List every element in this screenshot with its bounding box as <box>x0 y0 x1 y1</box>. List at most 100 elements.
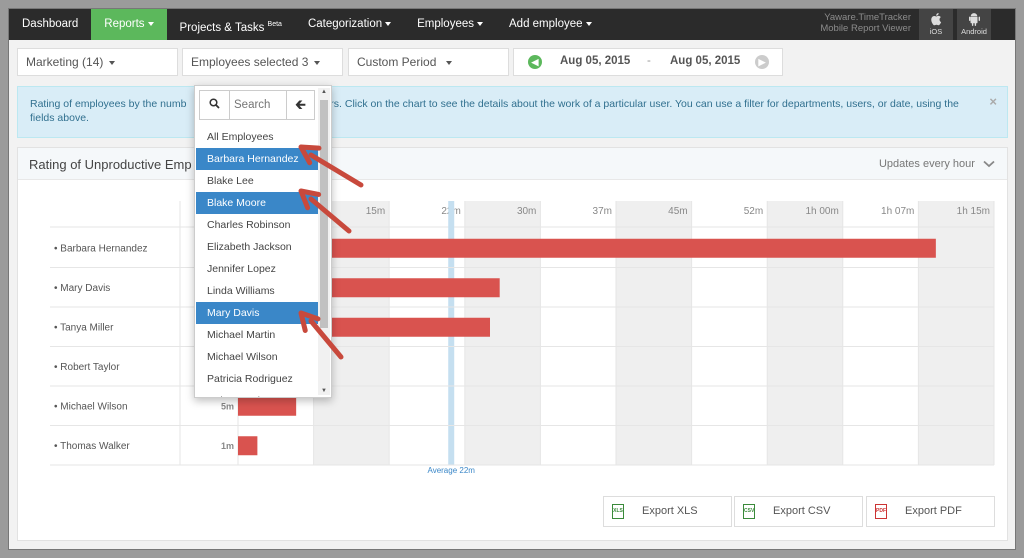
apple-icon <box>919 9 953 27</box>
nav-projects-label: Projects & Tasks <box>179 21 265 34</box>
export-xls-button[interactable]: XLS Export XLS <box>603 496 732 527</box>
nav-projects-tasks[interactable]: Projects & Tasks Beta <box>167 9 295 40</box>
nav-add-employee[interactable]: Add employee <box>496 9 605 40</box>
brand-line1: Yaware.TimeTracker <box>824 12 911 23</box>
scroll-up-icon[interactable]: ▲ <box>321 89 327 95</box>
nav-reports-label: Reports <box>104 18 145 30</box>
date-from[interactable]: Aug 05, 2015 <box>560 55 630 67</box>
export-pdf-label: Export PDF <box>905 505 962 517</box>
nav-dashboard[interactable]: Dashboard <box>9 9 91 40</box>
chart-panel-header: Rating of Unproductive Emp Updates every… <box>18 148 1007 180</box>
x-tick-label: 1h 00m <box>805 206 838 217</box>
employees-filter[interactable]: Employees selected 3 <box>182 48 343 76</box>
info-text-left: Rating of employees by the numb <box>30 98 187 110</box>
next-date-icon[interactable]: ▶ <box>755 55 769 69</box>
export-xls-label: Export XLS <box>642 505 698 517</box>
employee-option[interactable]: Mary Davis <box>196 302 318 324</box>
bar <box>238 436 258 456</box>
beta-badge: Beta <box>267 21 282 28</box>
pdf-file-icon: PDF <box>875 504 887 519</box>
category-label: • Michael Wilson <box>54 401 128 412</box>
employees-filter-label: Employees selected 3 <box>191 55 309 69</box>
chevron-down-icon <box>585 21 592 26</box>
nav-employees-label: Employees <box>417 18 474 30</box>
category-label: • Barbara Hernandez <box>54 243 148 254</box>
department-filter[interactable]: Marketing (14) <box>17 48 178 76</box>
chevron-down-icon <box>147 21 154 26</box>
nav-add-employee-label: Add employee <box>509 18 583 30</box>
brand-text: Yaware.TimeTracker Mobile Report Viewer <box>820 12 911 34</box>
employee-option[interactable]: Elizabeth Jackson <box>196 236 318 258</box>
x-tick-label: 1h 07m <box>881 206 914 217</box>
app-window: Dashboard Reports Projects & Tasks Beta … <box>8 8 1016 550</box>
android-icon <box>957 9 991 27</box>
nav-categorization[interactable]: Categorization <box>295 9 404 40</box>
updates-label: Updates every hour <box>878 158 975 170</box>
x-tick-label: 15m <box>366 206 385 217</box>
date-range-picker: ◀ Aug 05, 2015 - Aug 05, 2015 ▶ <box>513 48 783 76</box>
scrollbar-thumb[interactable] <box>320 100 328 328</box>
x-tick-label: 1h 15m <box>957 206 990 217</box>
chevron-down-icon <box>109 60 116 65</box>
search-icon[interactable] <box>200 91 230 119</box>
employee-option[interactable]: Jennifer Lopez <box>196 258 318 280</box>
bar <box>238 396 297 416</box>
value-label: 5m <box>221 401 234 411</box>
info-line2: fields above. <box>30 112 89 124</box>
x-tick-label: 52m <box>744 206 763 217</box>
info-line1: Rating of employees by the numb urs. Clic… <box>30 97 977 111</box>
employee-option[interactable]: All Employees <box>196 126 318 148</box>
period-filter-label: Custom Period <box>357 55 437 69</box>
ios-label: iOS <box>929 27 943 36</box>
dropdown-scrollbar[interactable]: ▲ ▼ <box>318 88 330 395</box>
employee-option[interactable]: Charles Robinson <box>196 214 318 236</box>
export-csv-label: Export CSV <box>773 505 831 517</box>
updates-toggle[interactable]: Updates every hour <box>879 158 995 170</box>
close-icon[interactable]: × <box>989 95 997 109</box>
employee-option[interactable]: Blake Lee <box>196 170 318 192</box>
date-to[interactable]: Aug 05, 2015 <box>670 55 740 67</box>
chevron-down-icon <box>983 160 995 168</box>
department-filter-label: Marketing (14) <box>26 55 104 69</box>
csv-file-icon: CSV <box>743 504 755 519</box>
chevron-down-icon <box>314 60 321 65</box>
employee-option[interactable]: Patricia Rodriguez <box>196 368 318 390</box>
nav-dashboard-label: Dashboard <box>22 18 79 30</box>
nav-reports[interactable]: Reports <box>91 9 167 40</box>
android-app-button[interactable]: Android <box>957 9 991 40</box>
chart-title: Rating of Unproductive Emp <box>29 157 192 172</box>
chevron-down-icon <box>477 21 483 26</box>
ios-app-button[interactable]: iOS <box>919 9 953 40</box>
nav-employees[interactable]: Employees <box>404 9 496 40</box>
android-label: Android <box>961 27 987 36</box>
employee-list: All Employees Barbara Hernandez Blake Lee B… <box>196 126 318 397</box>
employee-option[interactable]: Robert Taylor <box>196 390 318 397</box>
employee-option[interactable]: Linda Williams <box>196 280 318 302</box>
average-label: Average 22m <box>428 466 476 475</box>
unproductive-rating-chart[interactable]: 15m22m30m37m45m52m1h 00m1h 07m1h 15mAver… <box>18 181 1007 491</box>
period-filter[interactable]: Custom Period <box>348 48 509 76</box>
employee-option[interactable]: Michael Wilson <box>196 346 318 368</box>
employee-option[interactable]: Blake Moore <box>196 192 318 214</box>
export-csv-button[interactable]: CSV Export CSV <box>734 496 863 527</box>
date-separator: - <box>647 55 651 67</box>
chart-panel: Rating of Unproductive Emp Updates every… <box>17 147 1008 541</box>
value-label: 1m <box>221 441 234 451</box>
employee-search-input[interactable] <box>234 96 284 114</box>
bar <box>238 238 936 258</box>
category-label: • Robert Taylor <box>54 362 120 373</box>
x-tick-label: 37m <box>593 206 612 217</box>
brand-line2: Mobile Report Viewer <box>820 23 911 34</box>
employee-option[interactable]: Michael Martin <box>196 324 318 346</box>
prev-date-icon[interactable]: ◀ <box>528 55 542 69</box>
arrow-left-icon[interactable]: 🡰 <box>286 91 314 119</box>
employee-option[interactable]: Barbara Hernandez <box>196 148 318 170</box>
scroll-down-icon[interactable]: ▼ <box>321 388 327 394</box>
export-pdf-button[interactable]: PDF Export PDF <box>866 496 995 527</box>
top-nav: Dashboard Reports Projects & Tasks Beta … <box>9 9 1015 40</box>
x-tick-label: 30m <box>517 206 536 217</box>
info-text-right: urs. Click on the chart to see the detai… <box>324 98 959 110</box>
chevron-down-icon <box>385 21 392 26</box>
xls-file-icon: XLS <box>612 504 624 519</box>
info-alert: Rating of employees by the numb urs. Clic… <box>17 86 1008 138</box>
